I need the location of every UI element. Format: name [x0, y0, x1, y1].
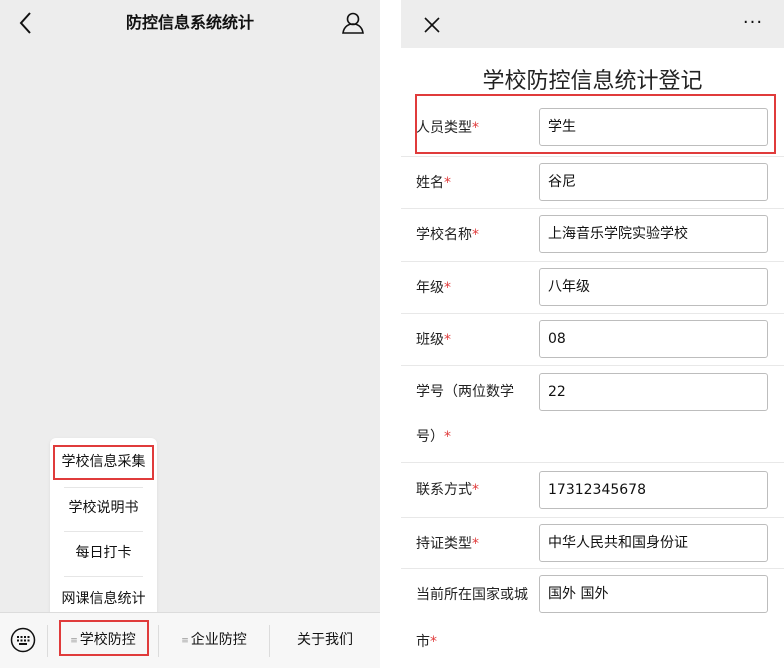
tab-label: 企业防控: [190, 632, 247, 648]
field-label: 学号（两位数学: [416, 384, 514, 400]
field-label: 持证类型*: [416, 536, 479, 552]
field-label-continued: 号）*: [416, 429, 451, 445]
class-input[interactable]: 08: [539, 320, 768, 358]
name-input[interactable]: 谷尼: [539, 163, 768, 201]
right-panel: ··· 学校防控信息统计登记 人员类型* 学生 姓名* 谷尼 学校名称* 上海音…: [401, 0, 784, 668]
user-profile-icon[interactable]: [340, 10, 366, 36]
current-location-select[interactable]: 国外 国外: [539, 575, 768, 613]
menu-divider: [64, 531, 143, 532]
field-label: 姓名*: [416, 175, 451, 191]
left-nav-bar: 防控信息系统统计: [0, 0, 380, 46]
highlight-box-person-type: [415, 94, 776, 154]
field-label-continued: 市*: [416, 634, 437, 650]
field-label: 年级*: [416, 280, 451, 296]
more-options-icon[interactable]: ···: [735, 8, 771, 38]
highlight-box-school-prevention-tab: [59, 620, 149, 656]
school-name-input[interactable]: 上海音乐学院实验学校: [539, 215, 768, 253]
left-panel: 防控信息系统统计 学校信息采集 学校说明书 每日打卡 网课信息统计 ≡学校防控: [0, 0, 380, 668]
form-row-school-name: 学校名称* 上海音乐学院实验学校: [401, 208, 784, 261]
bottom-menu-bar: ≡ 学校防控 ≡ 企业防控 关于我们: [0, 612, 380, 668]
form-row-contact: 联系方式* 17312345678: [401, 462, 784, 517]
field-label: 学校名称*: [416, 227, 479, 243]
form-row-id-type: 持证类型* 中华人民共和国身份证: [401, 517, 784, 568]
grade-input[interactable]: 八年级: [539, 268, 768, 306]
id-type-select[interactable]: 中华人民共和国身份证: [539, 524, 768, 562]
menu-divider: [64, 576, 143, 577]
tab-enterprise-prevention[interactable]: ≡ 企业防控: [159, 613, 269, 668]
tab-label: 关于我们: [297, 632, 353, 648]
field-label: 联系方式*: [416, 482, 479, 498]
menu-lines-icon: ≡: [181, 636, 189, 646]
form-row-current-location: 当前所在国家或城 市* 国外 国外: [401, 568, 784, 668]
close-icon[interactable]: [421, 14, 443, 36]
field-label: 班级*: [416, 332, 451, 348]
page-title: 防控信息系统统计: [125, 13, 254, 32]
contact-phone-input[interactable]: 17312345678: [539, 471, 768, 509]
field-label: 当前所在国家或城: [416, 587, 528, 603]
menu-item-school-manual[interactable]: 学校说明书: [50, 488, 157, 528]
highlight-box-school-info-collect: [53, 445, 154, 480]
form-row-student-number: 学号（两位数学 号）* 22: [401, 365, 784, 462]
keyboard-toggle-icon[interactable]: [10, 627, 36, 653]
form-row-class: 班级* 08: [401, 313, 784, 365]
menu-item-daily-checkin[interactable]: 每日打卡: [50, 533, 157, 573]
right-nav-bar: ···: [401, 0, 784, 48]
student-number-input[interactable]: 22: [539, 373, 768, 411]
form-row-grade: 年级* 八年级: [401, 261, 784, 313]
form-row-name: 姓名* 谷尼: [401, 156, 784, 208]
tab-about-us[interactable]: 关于我们: [270, 613, 380, 668]
